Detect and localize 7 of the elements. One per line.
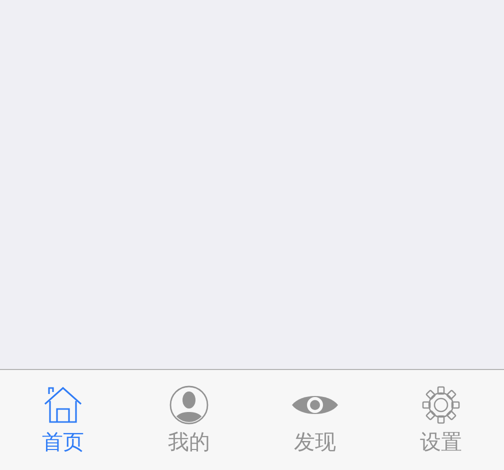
tab[interactable]: 我的 [126,370,252,470]
tab[interactable]: 发现 [252,370,378,470]
house-icon [43,385,83,425]
tab[interactable]: 首页 [0,370,126,470]
gear-icon [421,385,461,425]
tab[interactable]: 设置 [378,370,504,470]
user-avatar-icon [169,385,209,425]
